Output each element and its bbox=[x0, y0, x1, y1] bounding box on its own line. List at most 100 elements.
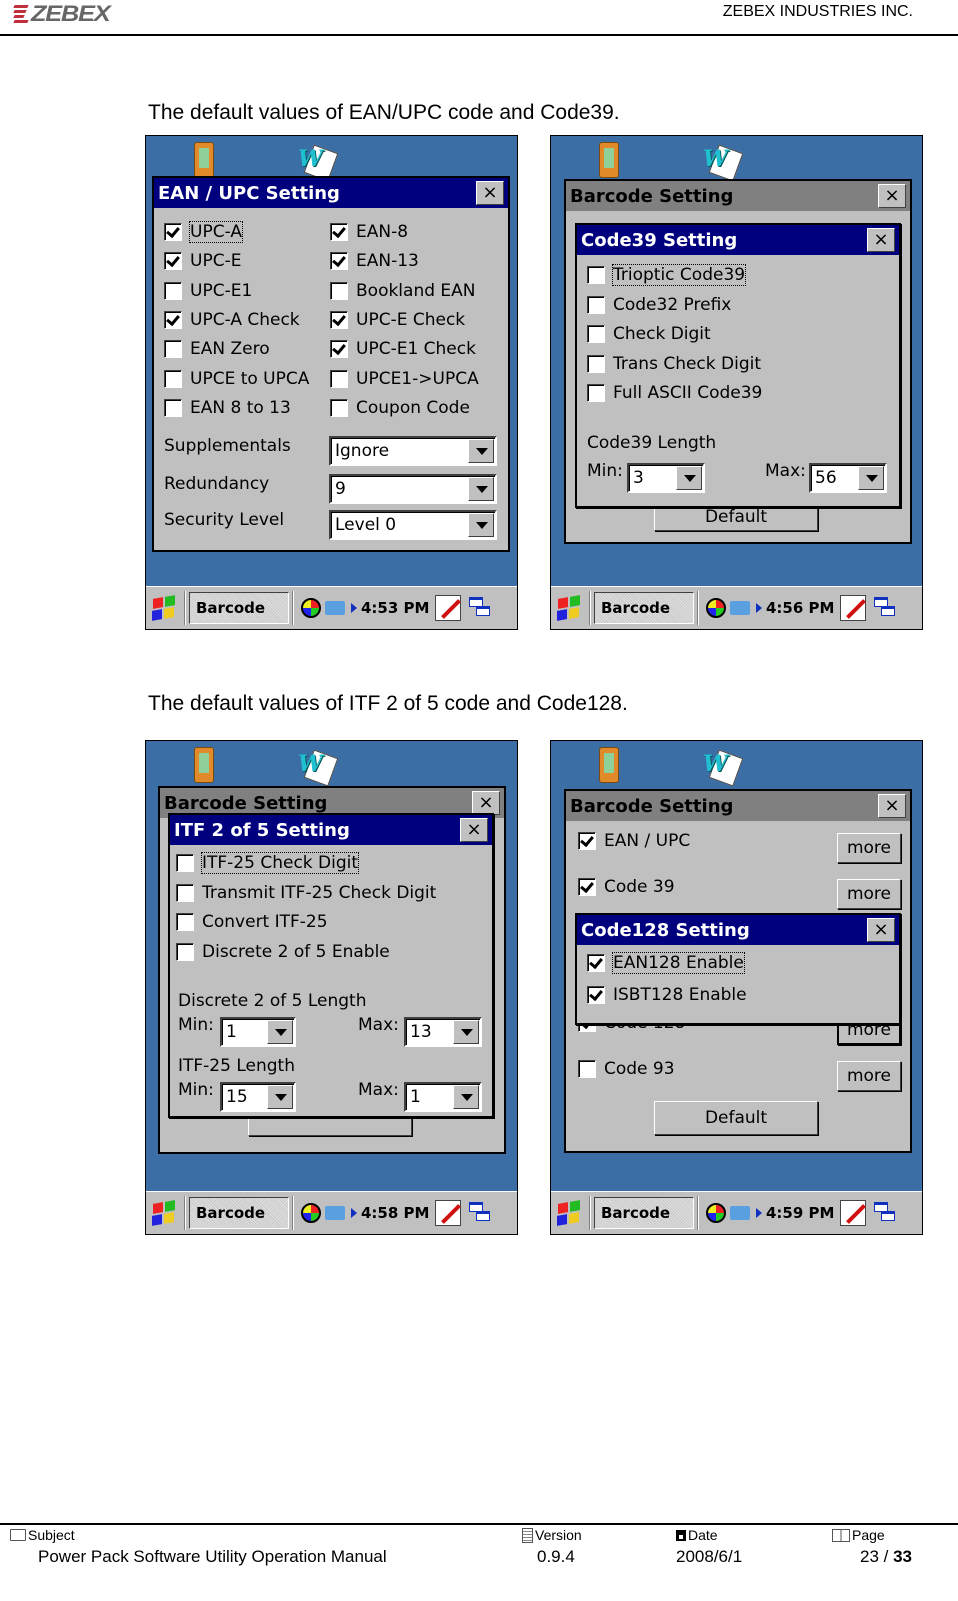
input-pen-icon[interactable] bbox=[435, 1200, 462, 1226]
chevron-down-icon[interactable] bbox=[468, 439, 494, 463]
checkbox-discrete-2-of-5-enable[interactable]: Discrete 2 of 5 Enable bbox=[176, 942, 390, 962]
checkbox-unchecked-icon[interactable] bbox=[587, 354, 605, 373]
taskbar-app-button[interactable]: Barcode bbox=[189, 592, 289, 624]
checkbox-unchecked-icon[interactable] bbox=[176, 883, 194, 902]
checkbox-trans-check-digit[interactable]: Trans Check Digit bbox=[587, 354, 761, 374]
start-icon[interactable] bbox=[149, 592, 181, 624]
chevron-down-icon[interactable] bbox=[267, 1085, 293, 1109]
chevron-down-icon[interactable] bbox=[453, 1020, 479, 1044]
checkbox-checked-icon[interactable] bbox=[578, 878, 596, 896]
tray-expand-icon[interactable] bbox=[756, 1208, 762, 1218]
more-button[interactable]: more bbox=[837, 879, 901, 909]
checkbox-full-ascii-code39[interactable]: Full ASCII Code39 bbox=[587, 383, 762, 403]
checkbox-coupon-code[interactable]: Coupon Code bbox=[330, 398, 470, 418]
tray-expand-icon[interactable] bbox=[351, 603, 357, 613]
checkbox-unchecked-icon[interactable] bbox=[587, 384, 605, 402]
checkbox-upce-to-upca[interactable]: UPCE to UPCA bbox=[164, 369, 309, 389]
network-icon[interactable] bbox=[730, 601, 750, 615]
checkbox-unchecked-icon[interactable] bbox=[164, 398, 182, 417]
checkbox-ean-8-to-13[interactable]: EAN 8 to 13 bbox=[164, 398, 291, 418]
network-icon[interactable] bbox=[730, 1206, 750, 1220]
input-panel-icon[interactable] bbox=[301, 598, 321, 618]
tray-expand-icon[interactable] bbox=[756, 603, 762, 613]
chevron-down-icon[interactable] bbox=[468, 477, 494, 501]
checkbox-upc-e1[interactable]: UPC-E1 bbox=[164, 281, 252, 301]
checkbox-ean-upc[interactable]: EAN / UPC bbox=[578, 831, 690, 851]
close-button[interactable]: × bbox=[878, 794, 906, 818]
checkbox-unchecked-icon[interactable] bbox=[176, 913, 194, 931]
taskbar-app-button[interactable]: Barcode bbox=[594, 592, 694, 624]
checkbox-upc-a-check[interactable]: UPC-A Check bbox=[164, 310, 300, 330]
discrete25-max-select[interactable]: 13 bbox=[404, 1017, 482, 1047]
checkbox-code-93[interactable]: Code 93 bbox=[578, 1059, 675, 1079]
checkbox-transmit-itf-25-check-digit[interactable]: Transmit ITF-25 Check Digit bbox=[176, 883, 436, 903]
checkbox-ean-13[interactable]: EAN-13 bbox=[330, 251, 419, 271]
more-button[interactable]: more bbox=[837, 1061, 901, 1091]
checkbox-upc-a[interactable]: UPC-A bbox=[164, 221, 243, 243]
start-icon[interactable] bbox=[554, 1197, 586, 1229]
chevron-down-icon[interactable] bbox=[676, 466, 702, 490]
tray-expand-icon[interactable] bbox=[351, 1208, 357, 1218]
checkbox-checked-icon[interactable] bbox=[587, 954, 605, 972]
start-icon[interactable] bbox=[149, 1197, 181, 1229]
input-pen-icon[interactable] bbox=[840, 595, 867, 621]
checkbox-unchecked-icon[interactable] bbox=[164, 340, 182, 359]
code39-max-select[interactable]: 56 bbox=[809, 463, 887, 493]
close-button[interactable]: × bbox=[867, 228, 895, 252]
discrete25-min-select[interactable]: 1 bbox=[220, 1017, 296, 1047]
checkbox-checked-icon[interactable] bbox=[330, 310, 348, 329]
checkbox-isbt128-enable[interactable]: ISBT128 Enable bbox=[587, 985, 747, 1005]
show-windows-icon[interactable] bbox=[469, 1202, 491, 1224]
security-level-select[interactable]: Level 0 bbox=[329, 510, 497, 540]
checkbox-unchecked-icon[interactable] bbox=[164, 281, 182, 300]
close-button[interactable]: × bbox=[476, 181, 504, 205]
checkbox-checked-icon[interactable] bbox=[164, 223, 182, 241]
checkbox-checked-icon[interactable] bbox=[164, 310, 182, 329]
checkbox-upc-e-check[interactable]: UPC-E Check bbox=[330, 310, 465, 330]
redundancy-select[interactable]: 9 bbox=[329, 474, 497, 504]
checkbox-unchecked-icon[interactable] bbox=[587, 266, 605, 284]
code39-min-select[interactable]: 3 bbox=[627, 463, 705, 493]
close-button[interactable]: × bbox=[460, 818, 488, 842]
checkbox-unchecked-icon[interactable] bbox=[176, 854, 194, 872]
itf25-max-select[interactable]: 1 bbox=[404, 1082, 482, 1112]
show-windows-icon[interactable] bbox=[469, 597, 491, 619]
close-button[interactable]: × bbox=[878, 184, 906, 208]
checkbox-unchecked-icon[interactable] bbox=[330, 281, 348, 300]
checkbox-code32-prefix[interactable]: Code32 Prefix bbox=[587, 295, 731, 315]
more-button[interactable]: more bbox=[837, 833, 901, 863]
itf25-min-select[interactable]: 15 bbox=[220, 1082, 296, 1112]
checkbox-unchecked-icon[interactable] bbox=[578, 1060, 596, 1078]
checkbox-checked-icon[interactable] bbox=[330, 340, 348, 359]
checkbox-check-digit[interactable]: Check Digit bbox=[587, 324, 711, 344]
chevron-down-icon[interactable] bbox=[267, 1020, 293, 1044]
supplementals-select[interactable]: Ignore bbox=[329, 436, 497, 466]
default-button[interactable]: Default bbox=[654, 1101, 818, 1135]
checkbox-checked-icon[interactable] bbox=[164, 252, 182, 271]
checkbox-unchecked-icon[interactable] bbox=[164, 369, 182, 388]
checkbox-convert-itf-25[interactable]: Convert ITF-25 bbox=[176, 912, 328, 932]
checkbox-upce1-upca[interactable]: UPCE1->UPCA bbox=[330, 369, 479, 389]
checkbox-unchecked-icon[interactable] bbox=[587, 325, 605, 343]
input-pen-icon[interactable] bbox=[840, 1200, 867, 1226]
chevron-down-icon[interactable] bbox=[858, 466, 884, 490]
checkbox-trioptic-code39[interactable]: Trioptic Code39 bbox=[587, 264, 747, 286]
checkbox-unchecked-icon[interactable] bbox=[330, 369, 348, 388]
network-icon[interactable] bbox=[325, 1206, 345, 1220]
checkbox-ean-8[interactable]: EAN-8 bbox=[330, 222, 408, 242]
taskbar-app-button[interactable]: Barcode bbox=[594, 1197, 694, 1229]
checkbox-upc-e[interactable]: UPC-E bbox=[164, 251, 241, 271]
checkbox-code-39[interactable]: Code 39 bbox=[578, 877, 675, 897]
checkbox-checked-icon[interactable] bbox=[578, 832, 596, 850]
network-icon[interactable] bbox=[325, 601, 345, 615]
checkbox-ean128-enable[interactable]: EAN128 Enable bbox=[587, 952, 745, 974]
input-pen-icon[interactable] bbox=[435, 595, 462, 621]
checkbox-checked-icon[interactable] bbox=[330, 223, 348, 241]
input-panel-icon[interactable] bbox=[301, 1203, 321, 1223]
input-panel-icon[interactable] bbox=[706, 1203, 726, 1223]
checkbox-ean-zero[interactable]: EAN Zero bbox=[164, 339, 270, 359]
checkbox-checked-icon[interactable] bbox=[587, 986, 605, 1004]
checkbox-itf-25-check-digit[interactable]: ITF-25 Check Digit bbox=[176, 852, 360, 874]
taskbar-app-button[interactable]: Barcode bbox=[189, 1197, 289, 1229]
chevron-down-icon[interactable] bbox=[453, 1085, 479, 1109]
